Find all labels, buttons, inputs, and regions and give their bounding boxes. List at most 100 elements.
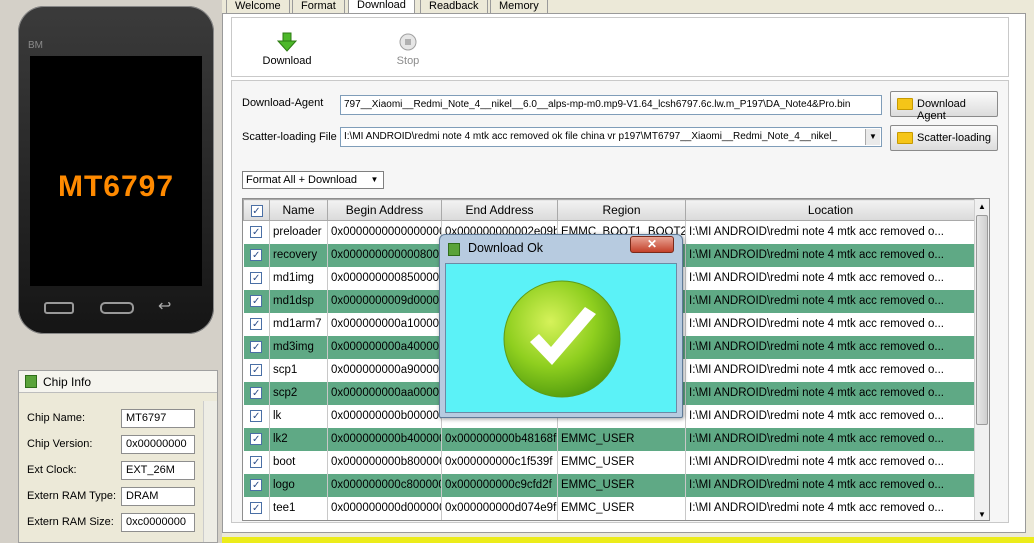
scroll-down-icon[interactable]: ▼ xyxy=(975,507,989,520)
cell-region: EMMC_USER xyxy=(557,496,686,520)
chip-info-row: Extern RAM Type: DRAM xyxy=(27,487,203,507)
cell-begin: 0x000000000d000000 xyxy=(327,496,442,520)
phone-screen: MT6797 xyxy=(30,56,202,286)
cell-name: md1dsp xyxy=(269,289,328,313)
cell-location: I:\MI ANDROID\redmi note 4 mtk acc remov… xyxy=(685,473,976,497)
row-checkbox-cell[interactable]: ✓ xyxy=(243,266,270,290)
left-panel: BM MT6797 ↩ Chip Info Chip Name: MT6797 … xyxy=(0,0,222,543)
download-agent-path-field[interactable]: 797__Xiaomi__Redmi_Note_4__nikel__6.0__a… xyxy=(340,95,882,115)
dropdown-arrow-icon[interactable]: ▼ xyxy=(367,173,382,187)
download-agent-button[interactable]: Download Agent xyxy=(890,91,998,122)
toolbar: Download Stop xyxy=(231,17,1009,77)
cell-name: md1img xyxy=(269,266,328,290)
row-checkbox-cell[interactable]: ✓ xyxy=(243,496,270,520)
row-checkbox-cell[interactable]: ✓ xyxy=(243,450,270,474)
row-checkbox-cell[interactable]: ✓ xyxy=(243,381,270,405)
chip-version-label: Chip Version: xyxy=(27,438,93,450)
row-checkbox-cell[interactable]: ✓ xyxy=(243,289,270,313)
extern-ram-type-value[interactable]: DRAM xyxy=(121,487,195,506)
tab-readback[interactable]: Readback xyxy=(420,0,488,13)
header-name[interactable]: Name xyxy=(269,199,328,221)
cell-location: I:\MI ANDROID\redmi note 4 mtk acc remov… xyxy=(685,243,976,267)
phone-home-icon xyxy=(100,302,134,314)
cell-begin: 0x0000000009d00000 xyxy=(327,289,442,313)
tab-download[interactable]: Download xyxy=(348,0,415,14)
row-checkbox[interactable]: ✓ xyxy=(250,272,263,284)
scroll-up-icon[interactable]: ▲ xyxy=(975,199,989,214)
cell-name: md1arm7 xyxy=(269,312,328,336)
extern-ram-size-value[interactable]: 0xc0000000 xyxy=(121,513,195,532)
cell-begin: 0x000000000b400000 xyxy=(327,427,442,451)
cell-begin: 0x000000000aa00000 xyxy=(327,381,442,405)
tab-welcome[interactable]: Welcome xyxy=(226,0,290,13)
cell-name: preloader xyxy=(269,220,328,244)
row-checkbox-cell[interactable]: ✓ xyxy=(243,220,270,244)
header-begin-address[interactable]: Begin Address xyxy=(327,199,442,221)
folder-icon xyxy=(897,132,913,144)
row-checkbox[interactable]: ✓ xyxy=(250,364,263,376)
download-mode-select[interactable]: Format All + Download ▼ xyxy=(242,171,384,189)
chip-info-scrollbar[interactable] xyxy=(203,401,217,542)
phone-chip-model: MT6797 xyxy=(57,170,175,203)
row-checkbox-cell[interactable]: ✓ xyxy=(243,358,270,382)
row-checkbox-cell[interactable]: ✓ xyxy=(243,243,270,267)
table-scrollbar[interactable]: ▲ ▼ xyxy=(974,199,989,520)
cell-region: EMMC_USER xyxy=(557,427,686,451)
stop-icon xyxy=(399,33,417,51)
cell-location: I:\MI ANDROID\redmi note 4 mtk acc remov… xyxy=(685,335,976,359)
cell-end: 0x000000000c1f539f xyxy=(441,450,558,474)
tab-memory-test[interactable]: Memory Test xyxy=(490,0,548,24)
cell-begin: 0x000000000b000000 xyxy=(327,404,442,428)
row-checkbox-cell[interactable]: ✓ xyxy=(243,312,270,336)
row-checkbox[interactable]: ✓ xyxy=(250,456,263,468)
cell-begin: 0x000000000a100000 xyxy=(327,312,442,336)
scatter-file-dropdown[interactable]: I:\MI ANDROID\redmi note 4 mtk acc remov… xyxy=(340,127,882,147)
row-checkbox[interactable]: ✓ xyxy=(250,226,263,239)
chip-info-row: Chip Name: MT6797 xyxy=(27,409,203,429)
chip-name-value[interactable]: MT6797 xyxy=(121,409,195,428)
dropdown-arrow-icon[interactable]: ▼ xyxy=(865,129,880,145)
row-checkbox[interactable]: ✓ xyxy=(250,433,263,445)
row-checkbox[interactable]: ✓ xyxy=(250,387,263,399)
dialog-close-button[interactable]: ✕ xyxy=(630,236,674,253)
download-button[interactable]: Download xyxy=(257,32,317,67)
row-checkbox-cell[interactable]: ✓ xyxy=(243,473,270,497)
row-checkbox[interactable]: ✓ xyxy=(250,249,263,261)
row-checkbox[interactable]: ✓ xyxy=(250,318,263,330)
scatter-file-path: I:\MI ANDROID\redmi note 4 mtk acc remov… xyxy=(344,131,838,142)
select-all-header[interactable]: ✓ xyxy=(243,199,270,221)
cell-begin: 0x000000000a900000 xyxy=(327,358,442,382)
download-ok-dialog: Download Ok ✕ xyxy=(439,234,683,418)
scatter-loading-button[interactable]: Scatter-loading xyxy=(890,125,998,151)
tab-format[interactable]: Format xyxy=(292,0,345,13)
row-checkbox[interactable]: ✓ xyxy=(250,502,263,514)
header-end-address[interactable]: End Address xyxy=(441,199,558,221)
download-arrow-icon xyxy=(277,32,297,52)
stop-button[interactable]: Stop xyxy=(378,32,438,67)
ext-clock-value[interactable]: EXT_26M xyxy=(121,461,195,480)
chip-version-value[interactable]: 0x00000000 xyxy=(121,435,195,454)
cell-begin: 0x0000000000008000 xyxy=(327,243,442,267)
download-mode-value: Format All + Download xyxy=(246,174,357,186)
row-checkbox-cell[interactable]: ✓ xyxy=(243,404,270,428)
table-row[interactable]: ✓ lk2 0x000000000b400000 0x000000000b481… xyxy=(243,427,976,451)
select-all-checkbox[interactable]: ✓ xyxy=(250,205,263,217)
cell-end: 0x000000000d074e9f xyxy=(441,496,558,520)
cell-location: I:\MI ANDROID\redmi note 4 mtk acc remov… xyxy=(685,289,976,313)
chip-info-icon xyxy=(25,375,37,388)
header-region[interactable]: Region xyxy=(557,199,686,221)
row-checkbox[interactable]: ✓ xyxy=(250,295,263,307)
row-checkbox[interactable]: ✓ xyxy=(250,410,263,422)
header-location[interactable]: Location xyxy=(685,199,976,221)
row-checkbox-cell[interactable]: ✓ xyxy=(243,427,270,451)
dialog-title: Download Ok xyxy=(468,241,544,255)
row-checkbox[interactable]: ✓ xyxy=(250,479,263,491)
row-checkbox-cell[interactable]: ✓ xyxy=(243,335,270,359)
table-row[interactable]: ✓ logo 0x000000000c800000 0x000000000c9c… xyxy=(243,473,976,497)
row-checkbox[interactable]: ✓ xyxy=(250,341,263,353)
table-row[interactable]: ✓ tee1 0x000000000d000000 0x000000000d07… xyxy=(243,496,976,520)
cell-region: EMMC_USER xyxy=(557,450,686,474)
scroll-thumb[interactable] xyxy=(976,215,988,425)
cell-name: recovery xyxy=(269,243,328,267)
table-row[interactable]: ✓ boot 0x000000000b800000 0x000000000c1f… xyxy=(243,450,976,474)
